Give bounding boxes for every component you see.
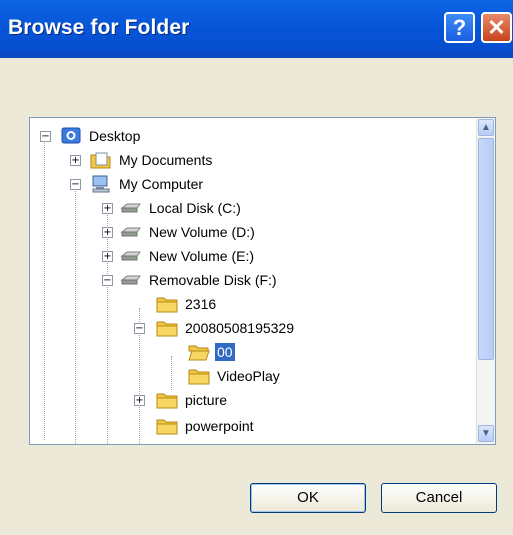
folder-icon <box>188 367 210 385</box>
tree-item-videoplay[interactable]: VideoPlay <box>188 364 282 388</box>
expand-toggle[interactable]: + <box>134 395 145 406</box>
title-bar[interactable]: Browse for Folder ? ✕ <box>0 0 513 58</box>
folder-icon <box>156 295 178 313</box>
collapse-toggle[interactable]: − <box>102 275 113 286</box>
expand-toggle[interactable]: + <box>102 227 113 238</box>
collapse-toggle[interactable]: − <box>40 131 51 142</box>
help-button[interactable]: ? <box>444 12 475 43</box>
close-button[interactable]: ✕ <box>481 12 512 43</box>
computer-icon <box>90 175 112 193</box>
tree-item-label: picture <box>185 392 228 408</box>
scroll-thumb[interactable] <box>478 138 494 360</box>
tree-item-removable-disk-f[interactable]: − Removable Disk (F:) <box>102 268 279 292</box>
expand-toggle[interactable]: + <box>102 203 113 214</box>
folder-icon <box>156 319 178 337</box>
expand-toggle[interactable]: + <box>70 155 81 166</box>
tree-item-my-computer[interactable]: − My Computer <box>70 172 205 196</box>
tree-item-label: New Volume (D:) <box>149 224 255 240</box>
expand-toggle[interactable]: + <box>102 251 113 262</box>
tree-item-my-documents[interactable]: + My Documents <box>70 148 214 172</box>
tree-item-label: powerpoint <box>185 418 254 434</box>
scroll-up-arrow-icon[interactable]: ▲ <box>478 119 494 136</box>
tree-item-label: Desktop <box>89 128 141 144</box>
drive-icon <box>120 223 142 241</box>
tree-item-label: New Volume (E:) <box>149 248 255 264</box>
documents-folder-icon <box>90 151 112 169</box>
tree-item-label: Local Disk (C:) <box>149 200 241 216</box>
dialog-title: Browse for Folder <box>8 16 190 39</box>
tree-item-desktop[interactable]: − Desktop <box>38 124 142 148</box>
tree-item-label: 2316 <box>185 296 217 312</box>
tree-item-new-volume-d[interactable]: + New Volume (D:) <box>102 220 257 244</box>
folder-tree[interactable]: − Desktop + My Documents − My Computer + <box>29 117 496 445</box>
tree-item-label: 20080508195329 <box>185 320 295 336</box>
folder-icon <box>156 417 178 435</box>
tree-item-powerpoint[interactable]: powerpoint <box>156 414 256 438</box>
tree-item-label: My Computer <box>119 176 204 192</box>
folder-icon <box>156 391 178 409</box>
tree-item-label: Removable Disk (F:) <box>149 272 277 288</box>
tree-item-label: My Documents <box>119 152 213 168</box>
cancel-button[interactable]: Cancel <box>381 483 497 513</box>
tree-item-label: 00 <box>215 343 235 361</box>
desktop-icon <box>60 127 82 145</box>
tree-item-label: VideoPlay <box>217 368 280 384</box>
vertical-scrollbar[interactable]: ▲ ▼ <box>476 118 495 444</box>
tree-item-2316[interactable]: 2316 <box>156 292 218 316</box>
tree-item-local-disk-c[interactable]: + Local Disk (C:) <box>102 196 243 220</box>
open-folder-icon <box>188 343 210 361</box>
collapse-toggle[interactable]: − <box>134 323 145 334</box>
tree-item-20080508195329[interactable]: − 20080508195329 <box>134 316 296 340</box>
collapse-toggle[interactable]: − <box>70 179 81 190</box>
browse-for-folder-dialog: Browse for Folder ? ✕ − Desktop + My Doc… <box>0 0 513 535</box>
drive-icon <box>120 271 142 289</box>
ok-button[interactable]: OK <box>250 483 366 513</box>
tree-item-new-volume-e[interactable]: + New Volume (E:) <box>102 244 256 268</box>
tree-item-picture[interactable]: + picture <box>134 388 229 412</box>
drive-icon <box>120 199 142 217</box>
tree-item-00[interactable]: 00 <box>188 340 235 364</box>
drive-icon <box>120 247 142 265</box>
scroll-down-arrow-icon[interactable]: ▼ <box>478 425 494 442</box>
